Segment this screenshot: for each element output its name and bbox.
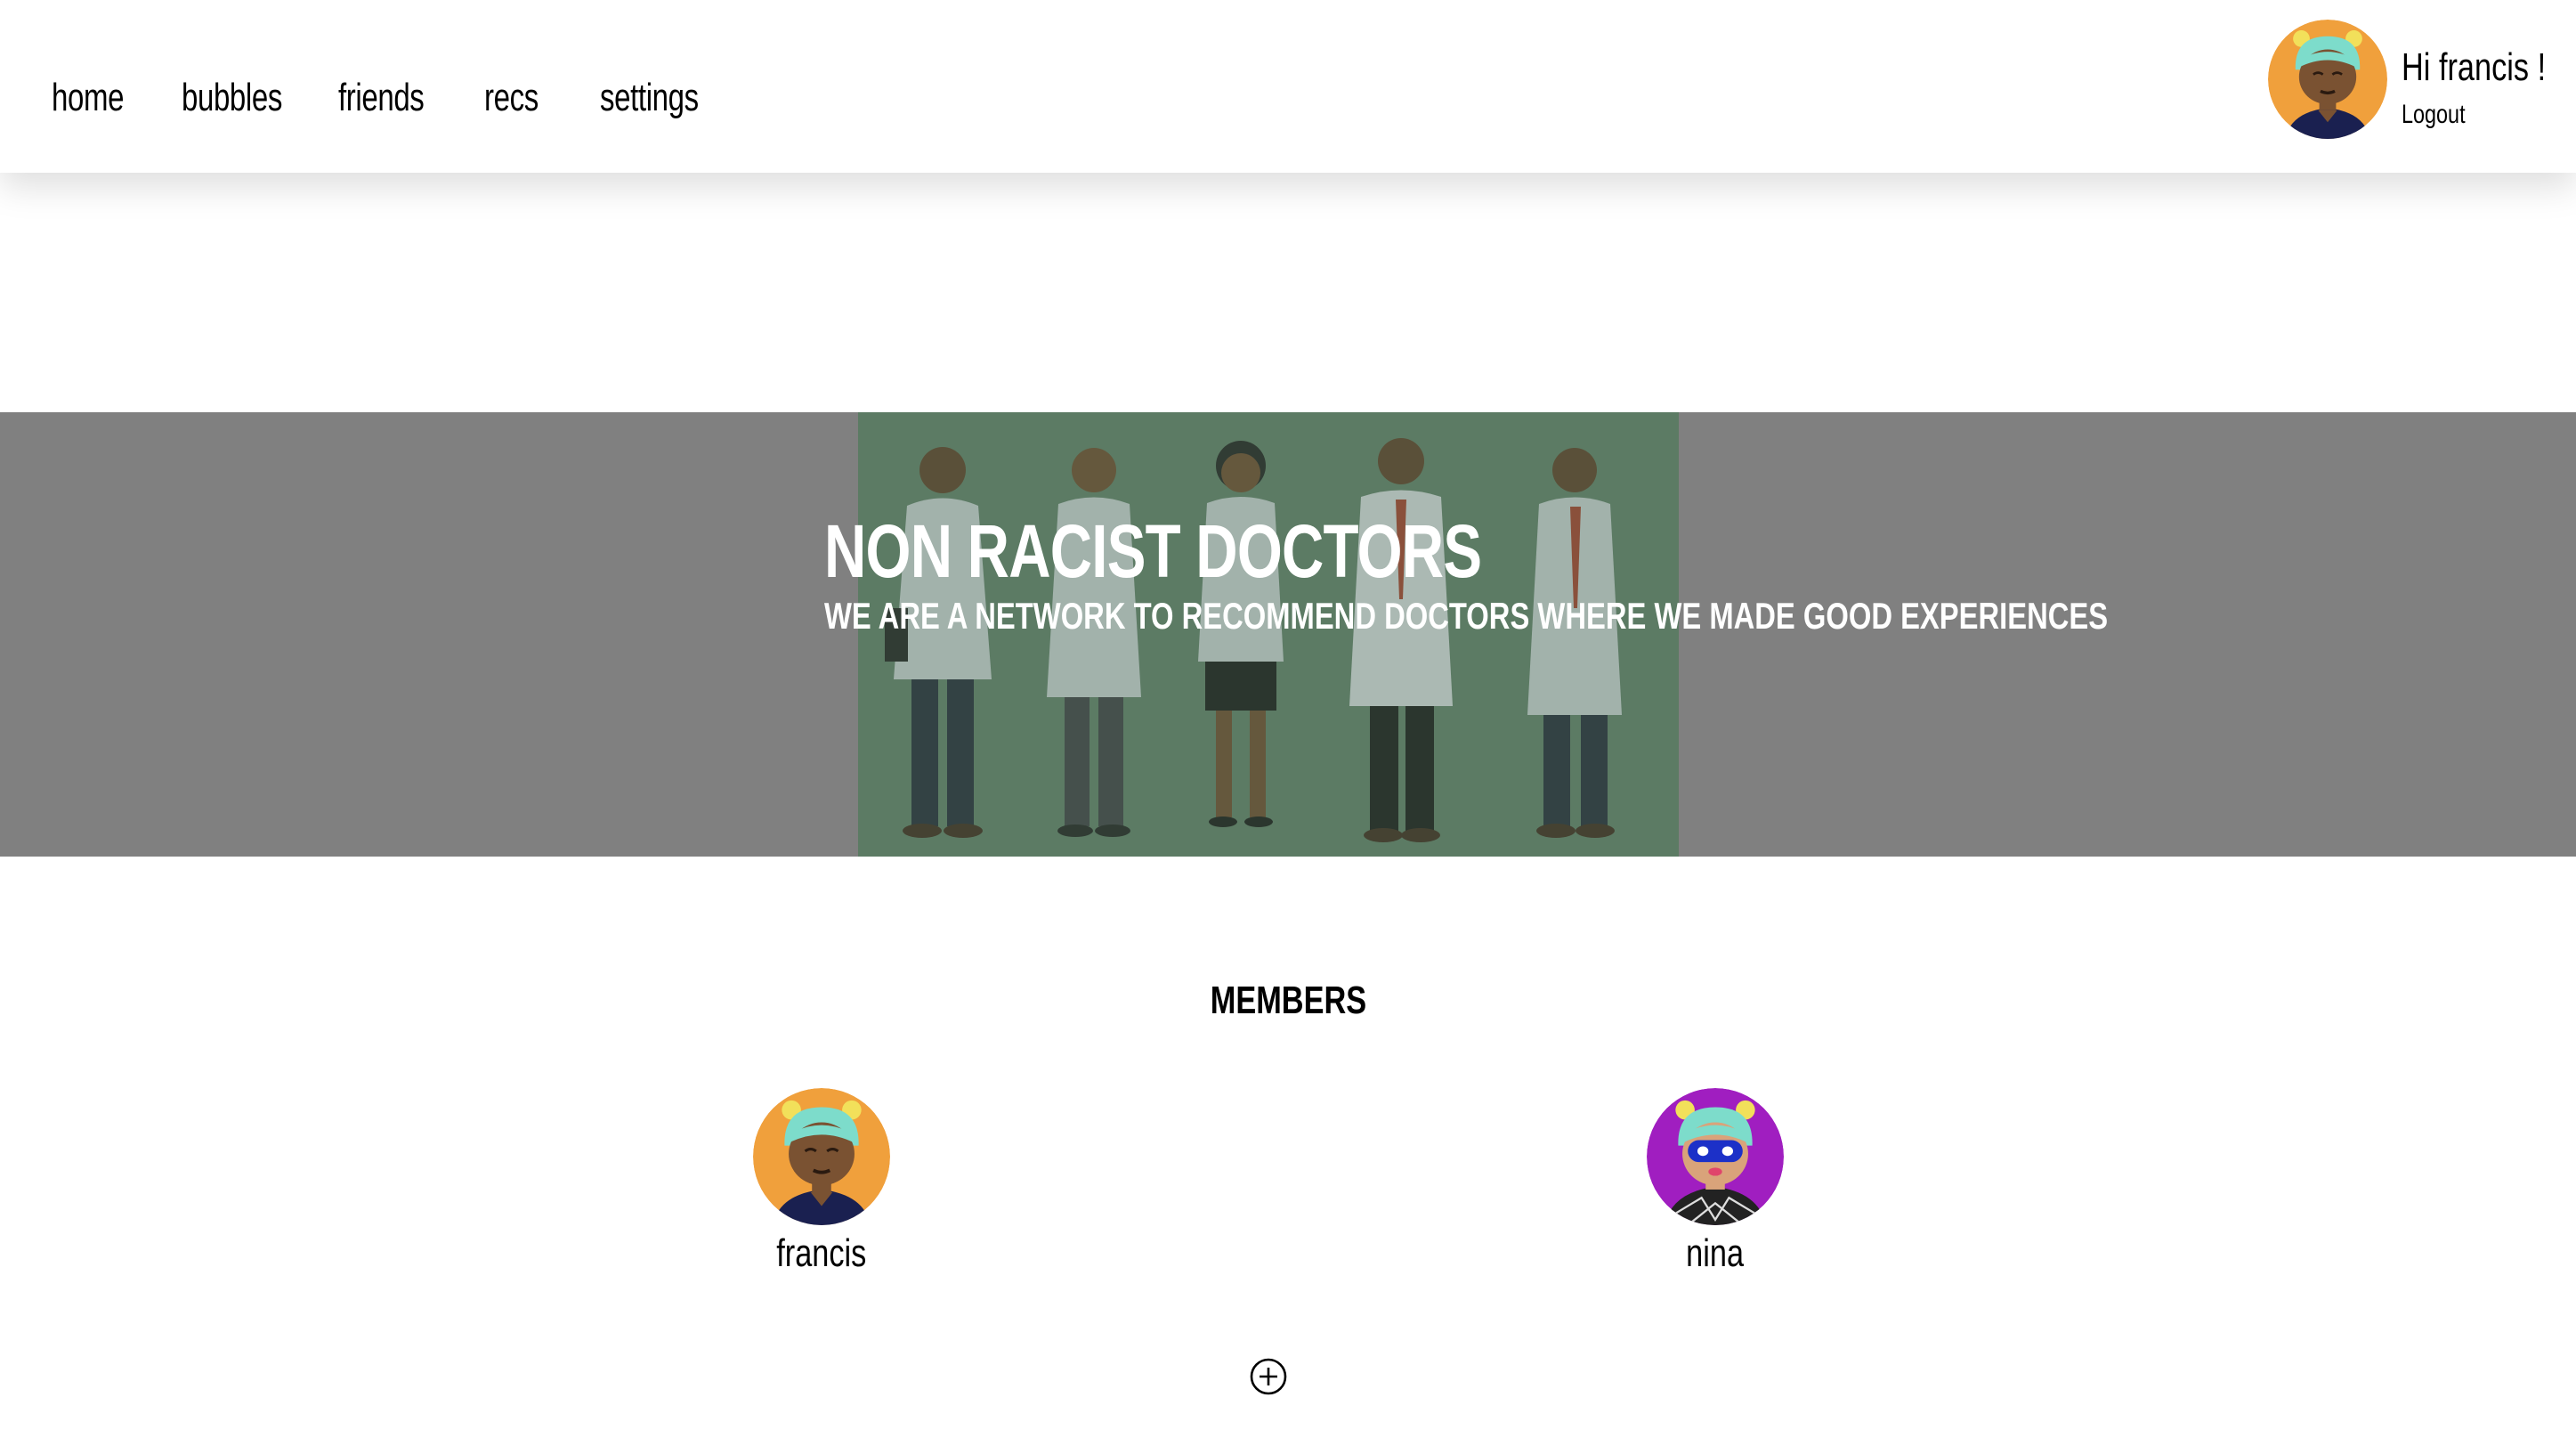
hero-banner: NON RACIST DOCTORS WE ARE A NETWORK TO R…	[0, 412, 2576, 857]
nav-item-bubbles[interactable]: bubbles	[182, 71, 338, 125]
logout-link[interactable]: Logout	[2402, 100, 2483, 130]
plus-circle-icon[interactable]	[1249, 1357, 1288, 1396]
nav-item-home-label: home	[52, 76, 125, 119]
page-title: NON RACIST DOCTORS	[824, 509, 1482, 594]
nav-item-recs[interactable]: recs	[484, 71, 600, 125]
nav-item-bubbles-label: bubbles	[182, 76, 282, 119]
user-greeting: Hi francis !	[2402, 45, 2547, 89]
members-heading: MEMBERS	[1210, 978, 1366, 1022]
nav-item-settings[interactable]: settings	[600, 71, 725, 125]
avatar-francis-icon[interactable]	[2268, 20, 2387, 139]
member-card-francis[interactable]: francis	[688, 1088, 955, 1279]
avatar-nina-icon	[1647, 1088, 1784, 1225]
member-name: nina	[1686, 1231, 1745, 1275]
nav-item-recs-label: recs	[484, 76, 539, 119]
main-nav: home bubbles friends recs settings	[52, 71, 725, 125]
user-menu: Hi francis ! Logout	[2268, 20, 2553, 141]
nav-item-friends[interactable]: friends	[338, 71, 484, 125]
nav-item-home[interactable]: home	[52, 71, 182, 125]
page-subtitle: WE ARE A NETWORK TO RECOMMEND DOCTORS WH…	[824, 595, 2109, 637]
avatar-francis-icon	[753, 1088, 890, 1225]
nav-item-friends-label: friends	[338, 76, 425, 119]
member-name: francis	[776, 1231, 867, 1275]
member-card-nina[interactable]: nina	[1582, 1088, 1849, 1279]
nav-item-settings-label: settings	[600, 76, 699, 119]
top-navigation-bar: home bubbles friends recs settings Hi fr…	[0, 0, 2576, 173]
